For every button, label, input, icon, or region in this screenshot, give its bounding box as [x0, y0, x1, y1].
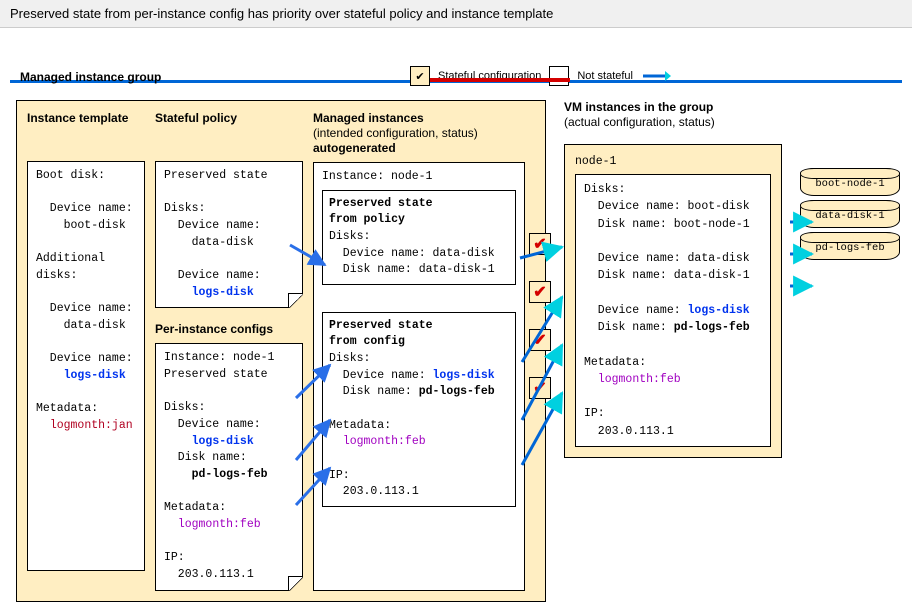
legend-box-empty: [549, 66, 569, 86]
disk-cylinder-icon: data-disk-1: [800, 200, 900, 228]
legend-arrow-icon: [641, 66, 671, 86]
managed-instances-title: Managed instances (intended configuratio…: [313, 111, 525, 156]
managed-instance-group-box: Instance template Boot disk: Device name…: [16, 100, 546, 602]
disk-cylinder-icon: boot-node-1: [800, 168, 900, 196]
stateful-policy-card: Preserved state Disks: Device name: data…: [155, 161, 303, 308]
per-instance-card: Instance: node-1 Preserved state Disks: …: [155, 343, 303, 590]
node-inner-card: Disks: Device name: boot-disk Disk name:…: [575, 174, 771, 447]
checkmark-icon: ✔: [529, 329, 551, 351]
checkmark-icon: ✔: [410, 66, 430, 86]
disk-cylinder-icon: pd-logs-feb: [800, 232, 900, 260]
node-box: node-1 Disks: Device name: boot-disk Dis…: [564, 144, 782, 458]
vm-instances-title: VM instances in the group (actual config…: [564, 100, 902, 144]
disk-stack: boot-node-1 data-disk-1 pd-logs-feb: [800, 168, 900, 260]
instance-template-title: Instance template: [27, 111, 145, 155]
vm-instances-area: VM instances in the group (actual config…: [564, 100, 902, 602]
checkmark-icon: ✔: [529, 281, 551, 303]
preserved-from-config: Preserved state from config Disks: Devic…: [322, 312, 516, 507]
managed-instance-card: Instance: node-1 Preserved state from po…: [313, 162, 525, 591]
legend-stateful-label: Stateful configuration: [438, 70, 541, 82]
preserved-from-policy: Preserved state from policy Disks: Devic…: [322, 190, 516, 285]
per-instance-title: Per-instance configs: [155, 322, 303, 337]
page-title: Preserved state from per-instance config…: [0, 0, 912, 28]
checkmark-icon: ✔: [529, 377, 551, 399]
mig-label: Managed instance group: [20, 70, 161, 84]
legend-notstateful-label: Not stateful: [577, 70, 633, 82]
checkmark-icon: ✔: [529, 233, 551, 255]
instance-template-card: Boot disk: Device name: boot-disk Additi…: [27, 161, 145, 571]
stateful-policy-title: Stateful policy: [155, 111, 303, 155]
node-name: node-1: [575, 155, 771, 168]
